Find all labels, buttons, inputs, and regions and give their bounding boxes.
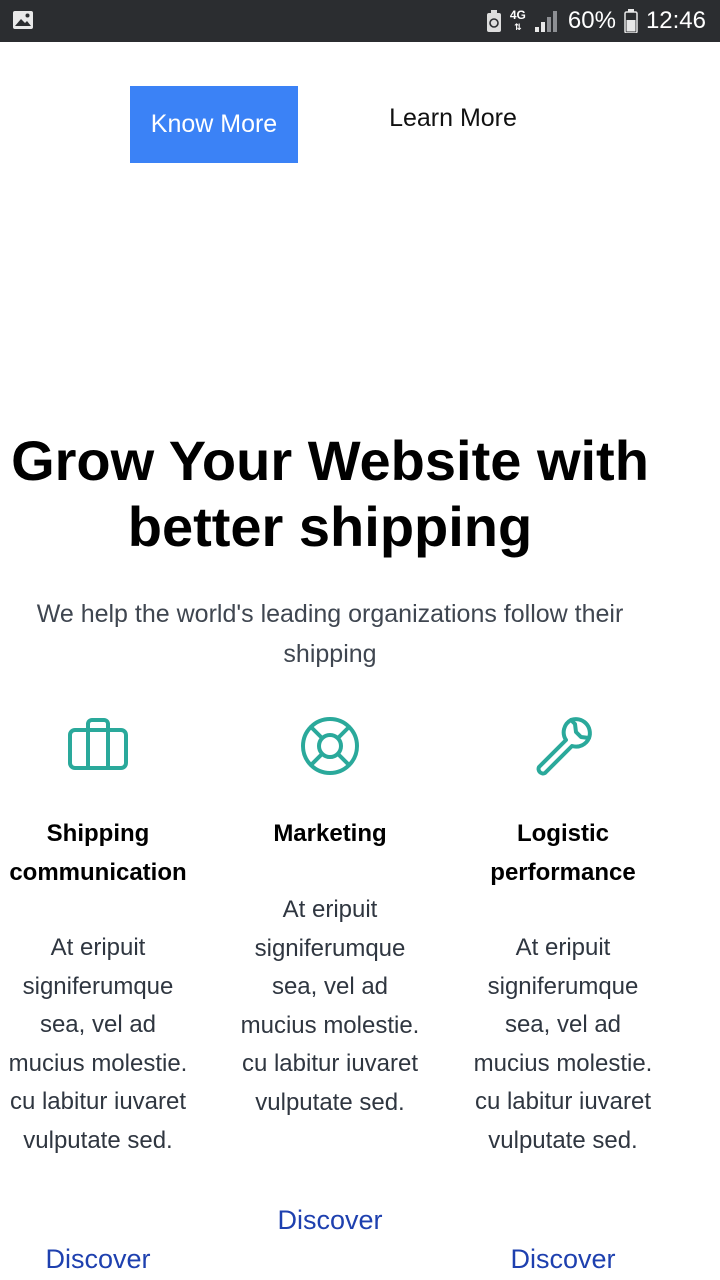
signal-icon (534, 11, 557, 32)
page-title: Grow Your Website with better shipping (11, 429, 649, 558)
discover-link[interactable]: Discover (0, 1239, 196, 1279)
know-more-button[interactable]: Know More (130, 86, 298, 163)
feature-description: At eripuit signiferumque sea, vel ad muc… (8, 934, 188, 1154)
battery-percent: 60% (567, 7, 616, 34)
feature-title: Logistic performance (490, 820, 636, 886)
feature-title: Shipping communication (9, 820, 187, 886)
page-subtitle: We help the world's leading organization… (36, 600, 624, 668)
briefcase-icon (68, 718, 128, 770)
status-bar: 4G ⇅ 60% 12:46 (0, 0, 720, 42)
feature-title: Marketing (273, 820, 387, 847)
feature-description: At eripuit signiferumque sea, vel ad muc… (473, 934, 653, 1154)
discover-link[interactable]: Discover (465, 1239, 661, 1279)
battery-saver-icon (486, 10, 501, 32)
learn-more-button[interactable]: Learn More (370, 98, 536, 138)
network-type: 4G ⇅ (509, 8, 526, 32)
image-notification-icon (13, 11, 33, 29)
clock: 12:46 (645, 7, 706, 34)
discover-link[interactable]: Discover (232, 1200, 428, 1240)
lifebuoy-icon (301, 717, 359, 775)
wrench-icon (536, 717, 592, 776)
feature-description: At eripuit signiferumque sea, vel ad muc… (240, 896, 420, 1116)
battery-icon (624, 9, 638, 33)
